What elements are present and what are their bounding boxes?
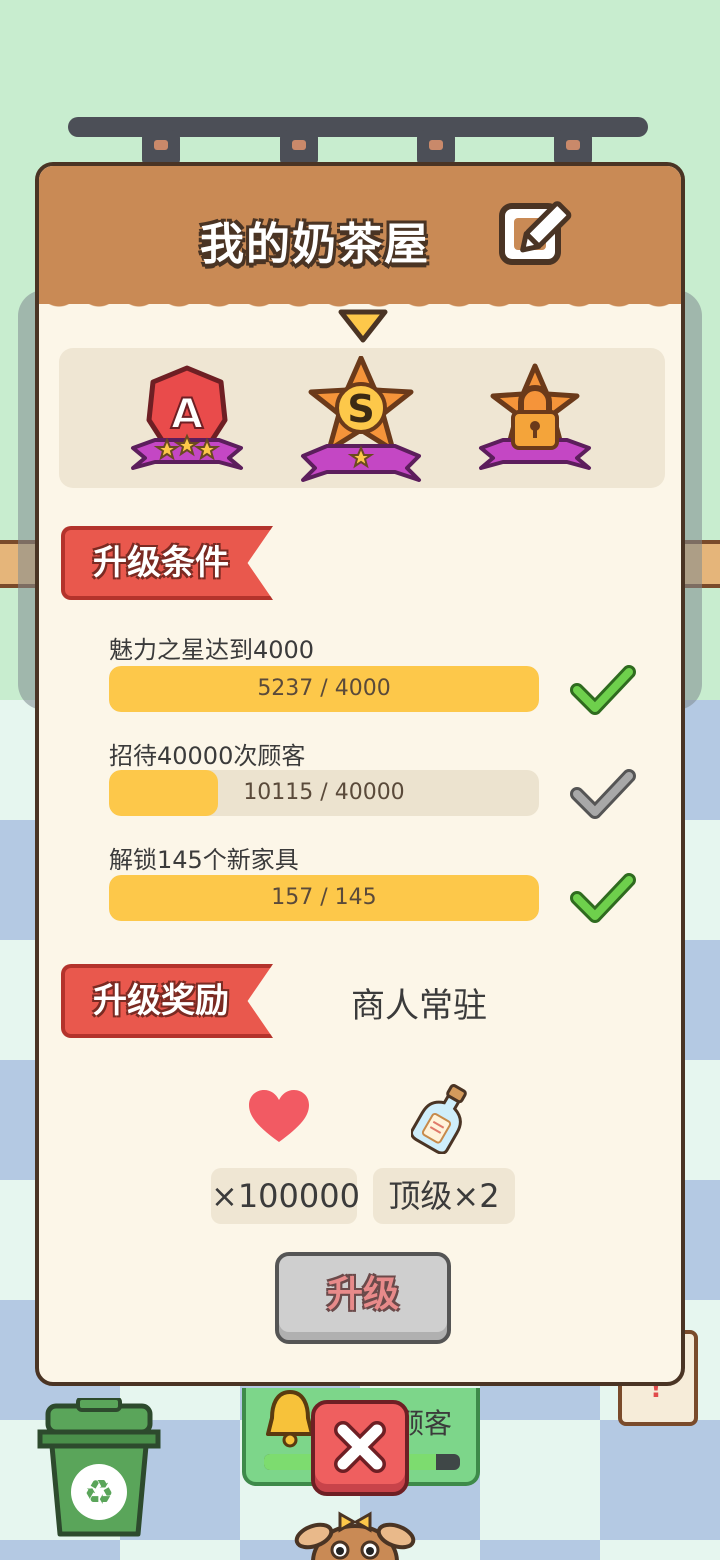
condition-label: 解锁145个新家具 — [109, 846, 299, 874]
message-bottle-icon — [411, 1084, 467, 1154]
hook — [142, 130, 180, 164]
svg-text:A: A — [171, 389, 204, 438]
condition-progress-bar: 5237 / 4000 — [109, 666, 539, 712]
hook — [417, 130, 455, 164]
check-met-icon — [570, 665, 636, 715]
panel-title: 我的奶茶屋 — [200, 219, 430, 270]
conditions-tag: 升级条件 — [61, 526, 273, 600]
condition-label: 招待40000次顾客 — [109, 742, 306, 770]
shop-upgrade-panel: 我的奶茶屋 A S 升级条件 魅力之星达到4000 5237 / 4000 招待… — [35, 162, 685, 1386]
heart-icon — [249, 1090, 309, 1142]
recycle-bin-icon[interactable]: ♻ — [34, 1398, 164, 1540]
rank-locked-badge[interactable] — [473, 356, 597, 484]
close-icon — [334, 1421, 386, 1473]
check-unmet-icon — [570, 769, 636, 819]
selected-rank-arrow-icon — [338, 309, 388, 343]
svg-text:♻: ♻ — [84, 1473, 114, 1513]
upgrade-button[interactable]: 升级 — [275, 1252, 451, 1344]
hook — [554, 130, 592, 164]
progress-text: 5237 / 4000 — [257, 676, 391, 701]
reward-bottle-amount: 顶级×2 — [373, 1168, 515, 1224]
reward-hearts-amount: ×100000 — [211, 1168, 360, 1224]
rank-strip: A S — [59, 348, 665, 488]
condition-progress-bar: 157 / 145 — [109, 875, 539, 921]
bell-icon — [266, 1390, 314, 1448]
hook — [280, 130, 318, 164]
condition-progress-bar: 10115 / 40000 — [109, 770, 539, 816]
progress-text: 10115 / 40000 — [243, 780, 405, 805]
close-button[interactable] — [311, 1400, 409, 1496]
check-met-icon — [570, 873, 636, 923]
progress-text: 157 / 145 — [271, 885, 377, 910]
condition-label: 魅力之星达到4000 — [109, 636, 315, 664]
reward-title: 商人常驻 — [351, 986, 487, 1026]
mascot-avatar — [294, 1511, 416, 1560]
rewards-tag: 升级奖励 — [61, 964, 273, 1038]
rank-a-badge[interactable]: A — [125, 356, 249, 484]
svg-text:S: S — [347, 387, 374, 431]
edit-name-icon[interactable] — [494, 188, 580, 274]
rank-s-badge[interactable]: S — [299, 356, 423, 484]
